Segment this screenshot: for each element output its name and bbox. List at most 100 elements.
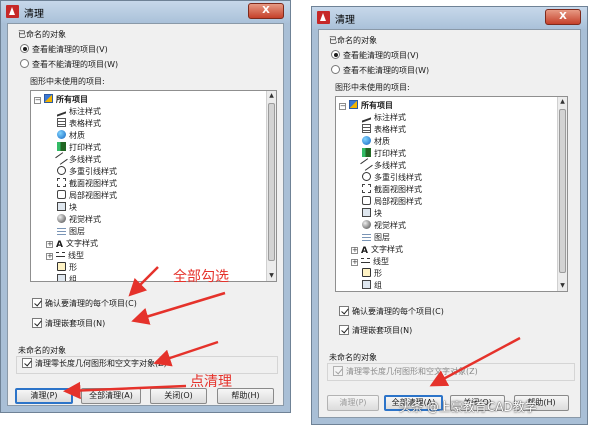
confirm-each-checkbox[interactable]: 确认要清理的每个项目(C) — [339, 306, 444, 317]
tree-item-label: 打印样式 — [374, 149, 406, 158]
block-icon — [57, 202, 66, 211]
expand-icon[interactable]: + — [351, 259, 358, 266]
tree-item-group[interactable]: 组 — [362, 280, 382, 291]
purge-dialog-left: 清理 X 已命名的对象 查看能清理的项目(V) 查看不能清理的项目(W) 图形中… — [0, 0, 291, 413]
view-nonpurgeable-radio[interactable]: 查看不能清理的项目(W) — [20, 59, 118, 70]
section-view-style-icon — [57, 178, 66, 187]
expand-icon[interactable]: + — [46, 253, 53, 260]
tree-item-label: 材质 — [374, 137, 390, 146]
dialog-title: 清理 — [335, 15, 355, 26]
tree-item-group[interactable]: 组 — [57, 274, 77, 282]
tree-item-tablestyle[interactable]: 表格样式 — [362, 124, 406, 136]
tree-item-plotstyle[interactable]: 打印样式 — [362, 148, 406, 160]
tree-item-linetype[interactable]: + 线型 — [351, 256, 389, 268]
scroll-thumb[interactable] — [559, 109, 566, 273]
checkbox-label: 清理嵌套项目(N) — [352, 326, 413, 335]
scroll-thumb[interactable] — [268, 103, 275, 261]
unused-items-tree[interactable]: − 所有项目 标注样式 表格样式 材质 打印样式 多线样式 多重引线样式 截面视图… — [335, 96, 568, 292]
tree-item-material[interactable]: 材质 — [362, 136, 390, 148]
annotation-click-purge: 点清理 — [190, 374, 232, 390]
expand-icon[interactable]: + — [46, 241, 53, 248]
tree-item-label: 截面视图样式 — [69, 179, 117, 188]
layer-icon — [362, 232, 371, 241]
tree-item-sectionview[interactable]: 截面视图样式 — [57, 178, 117, 190]
radio-selected-icon — [331, 50, 340, 59]
tree-item-visualstyle[interactable]: 视觉样式 — [57, 214, 101, 226]
tree-item-mlinestyle[interactable]: 多线样式 — [55, 152, 101, 166]
tree-item-layer[interactable]: 图层 — [57, 226, 85, 238]
purge-button[interactable]: 清理(P) — [15, 388, 73, 404]
tree-item-textstyle[interactable]: + A 文字样式 — [351, 244, 403, 256]
text-style-icon: A — [56, 240, 63, 250]
tree-item-linetype[interactable]: + 线型 — [46, 250, 84, 262]
tree-item-mleaderstyle[interactable]: 多重引线样式 — [57, 166, 117, 178]
view-purgeable-radio[interactable]: 查看能清理的项目(V) — [331, 50, 419, 61]
tree-item-shape[interactable]: 形 — [362, 268, 382, 280]
tree-item-material[interactable]: 材质 — [57, 130, 85, 142]
collapse-icon[interactable]: − — [339, 103, 346, 110]
checkbox-label: 确认要清理的每个项目(C) — [352, 307, 444, 316]
tree-item-textstyle[interactable]: + A 文字样式 — [46, 238, 98, 250]
plot-style-icon — [57, 142, 66, 151]
tree-root[interactable]: − 所有项目 — [34, 94, 88, 106]
layer-icon — [57, 226, 66, 235]
tree-item-tablestyle[interactable]: 表格样式 — [57, 118, 101, 130]
material-icon — [362, 136, 371, 145]
confirm-each-checkbox[interactable]: 确认要清理的每个项目(C) — [32, 298, 137, 309]
watermark-text: 头条 @上豪教育CAD教学 — [399, 400, 537, 414]
tree-item-detailview[interactable]: 局部视图样式 — [57, 190, 117, 202]
tree-item-block[interactable]: 块 — [57, 202, 77, 214]
tree-item-detailview[interactable]: 局部视图样式 — [362, 196, 422, 208]
tree-item-label: 局部视图样式 — [69, 191, 117, 200]
tree-item-mleaderstyle[interactable]: 多重引线样式 — [362, 172, 422, 184]
autocad-app-icon — [317, 11, 330, 24]
detail-view-style-icon — [362, 196, 371, 205]
tree-root-label: 所有项目 — [361, 101, 393, 110]
tree-item-plotstyle[interactable]: 打印样式 — [57, 142, 101, 154]
close-window-button[interactable]: X — [545, 9, 581, 25]
purge-zero-geometry-checkbox[interactable]: 清理零长度几何图形和空文字对象(Z) — [333, 366, 478, 377]
scroll-up-icon[interactable]: ▲ — [558, 97, 567, 107]
tree-item-sectionview[interactable]: 截面视图样式 — [362, 184, 422, 196]
scroll-down-icon[interactable]: ▼ — [558, 281, 567, 291]
tree-item-label: 文字样式 — [370, 245, 403, 254]
dialog-body: 已命名的对象 查看能清理的项目(V) 查看不能清理的项目(W) 图形中未使用的项… — [318, 29, 581, 418]
tree-scrollbar[interactable]: ▲ ▼ — [557, 97, 567, 291]
checkbox-checked-icon — [339, 306, 349, 316]
tree-item-block[interactable]: 块 — [362, 208, 382, 220]
tree-item-label: 截面视图样式 — [374, 185, 422, 194]
tree-item-shape[interactable]: 形 — [57, 262, 77, 274]
unused-items-tree[interactable]: − 所有项目 标注样式 表格样式 材质 打印样式 多线样式 多重引线样式 截面视图… — [30, 90, 277, 282]
tree-item-label: 线型 — [68, 251, 84, 260]
view-purgeable-radio[interactable]: 查看能清理的项目(V) — [20, 44, 108, 55]
scroll-up-icon[interactable]: ▲ — [267, 91, 276, 101]
purge-nested-checkbox[interactable]: 清理嵌套项目(N) — [32, 318, 105, 329]
view-nonpurgeable-radio[interactable]: 查看不能清理的项目(W) — [331, 65, 429, 76]
expand-icon[interactable]: + — [351, 247, 358, 254]
tree-item-label: 组 — [69, 275, 77, 282]
purge-nested-checkbox[interactable]: 清理嵌套项目(N) — [339, 325, 412, 336]
dimension-style-icon — [362, 110, 371, 123]
tree-item-label: 局部视图样式 — [374, 197, 422, 206]
tree-item-visualstyle[interactable]: 视觉样式 — [362, 220, 406, 232]
tree-scrollbar[interactable]: ▲ ▼ — [266, 91, 276, 281]
collapse-icon[interactable]: − — [34, 97, 41, 104]
tree-item-layer[interactable]: 图层 — [362, 232, 390, 244]
purge-button[interactable]: 清理(P) — [327, 395, 379, 411]
linetype-icon — [361, 258, 370, 263]
close-window-button[interactable]: X — [248, 3, 284, 19]
tree-item-label: 标注样式 — [69, 107, 101, 116]
block-icon — [362, 208, 371, 217]
purge-zero-geometry-checkbox[interactable]: 清理零长度几何图形和空文字对象(Z) — [22, 358, 167, 369]
tree-root[interactable]: − 所有项目 — [339, 100, 393, 112]
autocad-app-icon — [6, 5, 19, 18]
tree-item-dimstyle[interactable]: 标注样式 — [362, 110, 406, 124]
purge-all-button[interactable]: 全部清理(A) — [81, 388, 141, 404]
unnamed-objects-label: 未命名的对象 — [329, 353, 377, 362]
dialog-body: 已命名的对象 查看能清理的项目(V) 查看不能清理的项目(W) 图形中未使用的项… — [7, 23, 284, 406]
text-style-icon: A — [361, 246, 368, 256]
scroll-down-icon[interactable]: ▼ — [267, 271, 276, 281]
tree-item-dimstyle[interactable]: 标注样式 — [57, 104, 101, 118]
tree-item-mlinestyle[interactable]: 多线样式 — [360, 158, 406, 172]
title-bar: 清理 X — [312, 7, 587, 29]
